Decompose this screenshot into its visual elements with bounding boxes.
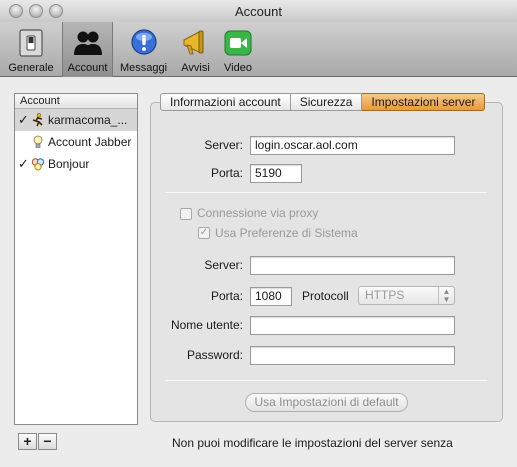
toolbar-label-video: Video [224,62,252,74]
proxy-port-field[interactable]: 1080 [250,287,292,306]
account-list: Account ✓ karmacoma_... Account Jabber ✓… [14,93,138,425]
use-system-prefs-checkbox[interactable]: ✓ [198,227,210,239]
toolbar-item-video[interactable]: Video [218,22,258,77]
protocol-select-value: HTTPS [365,288,405,302]
toolbar-label-account: Account [67,62,108,74]
account-row-bonjour[interactable]: ✓ Bonjour [15,153,137,175]
jabber-lightbulb-icon [33,135,43,148]
zoom-window-button[interactable] [49,4,63,18]
account-name: Account Jabber [48,135,132,149]
status-message: Non puoi modificare le impostazioni del … [172,436,453,450]
aim-runner-icon [32,113,43,127]
password-label: Password: [186,348,243,362]
account-name: karmacoma_... [48,113,128,127]
username-field[interactable] [250,316,455,335]
general-switch-icon [19,29,43,57]
password-field[interactable] [250,346,455,365]
tab-bar: Informazioni account Sicurezza Impostazi… [160,93,486,111]
window-titlebar: Account [0,0,517,22]
server-label: Server: [204,138,243,152]
tab-informazioni-account[interactable]: Informazioni account [160,93,291,111]
preferences-toolbar: Generale Account Messaggi Avvisi Video [0,22,517,77]
toolbar-label-avvisi: Avvisi [181,62,210,74]
remove-account-button[interactable]: − [38,433,57,450]
account-row-aim[interactable]: ✓ karmacoma_... [15,109,137,131]
use-default-settings-button[interactable]: Usa Impostazioni di default [245,393,408,412]
account-list-header: Account [15,94,137,109]
proxy-port-label: Porta: [210,289,243,303]
messages-bubble-icon [130,29,157,55]
toolbar-item-account[interactable]: Account [62,22,113,77]
video-camera-icon [224,30,252,56]
section-divider [165,192,487,193]
close-window-button[interactable] [9,4,23,18]
use-proxy-label: Connessione via proxy [197,206,319,220]
port-label: Porta: [210,166,243,180]
accounts-people-icon [73,31,102,55]
section-divider [165,380,487,381]
toolbar-label-messaggi: Messaggi [119,62,168,74]
enabled-checkmark[interactable]: ✓ [18,109,29,131]
protocol-label: Protocoll [302,289,349,303]
alerts-megaphone-icon [183,30,203,55]
use-system-prefs-label: Usa Preferenze di Sistema [215,226,358,240]
use-proxy-checkbox[interactable] [180,208,192,220]
proxy-server-label: Server: [204,258,243,272]
port-field[interactable]: 5190 [250,164,302,183]
toolbar-label-generale: Generale [8,62,54,74]
server-field[interactable]: login.oscar.aol.com [250,136,455,155]
up-down-arrows-icon: ▲ ▼ [438,287,454,304]
tab-impostazioni-server[interactable]: Impostazioni server [362,93,486,111]
toolbar-item-avvisi[interactable]: Avvisi [173,22,218,77]
account-name: Bonjour [48,157,90,171]
protocol-select[interactable]: HTTPS ▲ ▼ [358,286,455,305]
window-title: Account [235,4,282,19]
proxy-server-field[interactable] [250,256,455,275]
toolbar-item-generale[interactable]: Generale [0,22,62,77]
username-label: Nome utente: [170,318,243,332]
toolbar-item-messaggi[interactable]: Messaggi [115,22,172,77]
add-account-button[interactable]: + [18,433,37,450]
account-row-jabber[interactable]: Account Jabber [15,131,137,153]
bonjour-people-icon [31,158,45,171]
minimize-window-button[interactable] [29,4,43,18]
tab-sicurezza[interactable]: Sicurezza [290,93,363,111]
enabled-checkmark[interactable]: ✓ [18,153,29,175]
